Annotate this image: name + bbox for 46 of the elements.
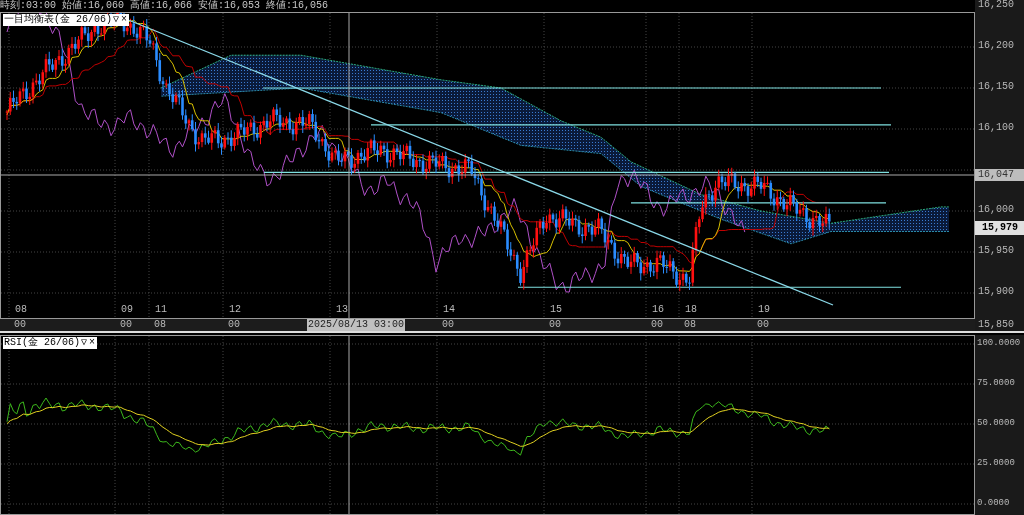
price-label: 15,950 (978, 245, 1014, 257)
quote-value: 時刻:03:00 (0, 0, 56, 12)
crosshair-price-label: 16,047 (975, 169, 1024, 181)
time-label: 00 (120, 319, 132, 331)
price-label: 15,900 (978, 286, 1014, 298)
price-label: 16,100 (978, 122, 1014, 134)
date-label: 18 (685, 304, 697, 315)
quote-value: 高値:16,066 (130, 0, 193, 12)
price-label: 16,150 (978, 81, 1014, 93)
time-label: 08 (684, 319, 696, 331)
quote-value: 安値:16,053 (198, 0, 261, 12)
date-label: 08 (15, 304, 27, 315)
date-label: 14 (443, 304, 455, 315)
current-price-label: 15,979 (975, 221, 1024, 235)
date-label: 11 (155, 304, 167, 315)
date-label: 09 (121, 304, 133, 315)
date-label: 12 (229, 304, 241, 315)
time-label: 08 (154, 319, 166, 331)
price-label: 15,850 (978, 319, 1014, 331)
dropdown-button[interactable]: ▽ (80, 337, 89, 349)
close-button[interactable]: × (88, 337, 97, 349)
dropdown-button[interactable]: ▽ (112, 14, 121, 26)
time-label: 00 (14, 319, 26, 331)
date-label: 16 (652, 304, 664, 315)
time-label: 00 (442, 319, 454, 331)
quote-value: 終値:16,056 (266, 0, 329, 12)
rsi-value-label: 25.0000 (977, 457, 1015, 469)
date-label: 19 (758, 304, 770, 315)
time-label: 00 (549, 319, 561, 331)
rsi-value-label: 75.0000 (977, 377, 1015, 389)
time-label: 00 (651, 319, 663, 331)
rsi-value-label: 0.0000 (977, 497, 1010, 509)
crosshair-time-label: 2025/08/13 03:00 (307, 319, 405, 331)
date-label: 13 (336, 304, 348, 315)
date-label: 15 (550, 304, 562, 315)
legend-title: 一目均衡表(金 26/06) (4, 14, 112, 26)
price-label: 16,200 (978, 40, 1014, 52)
quote-value: 始値:16,060 (62, 0, 125, 12)
price-label: 16,000 (978, 204, 1014, 216)
time-label: 00 (757, 319, 769, 331)
rsi-value-label: 50.0000 (977, 417, 1015, 429)
close-button[interactable]: × (120, 14, 129, 26)
legend-title: RSI(金 26/06) (4, 337, 80, 349)
price-label: 16,250 (978, 0, 1014, 11)
rsi-value-label: 100.0000 (977, 337, 1021, 349)
time-label: 00 (228, 319, 240, 331)
